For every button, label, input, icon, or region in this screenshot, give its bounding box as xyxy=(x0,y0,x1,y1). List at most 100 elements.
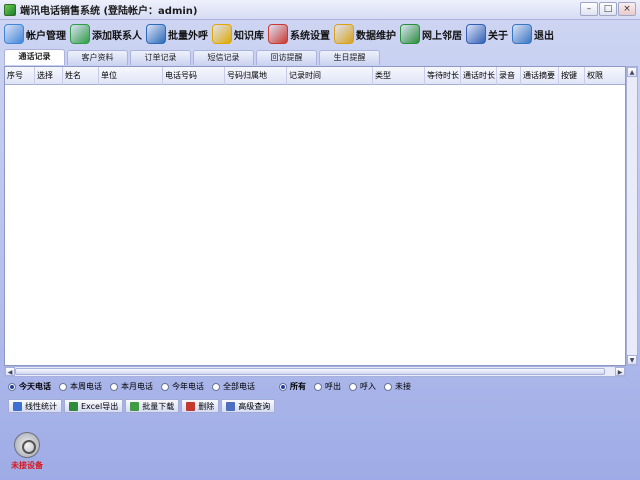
toolbar-button-1[interactable]: 添加联系人 xyxy=(70,21,142,47)
toolbar-button-3[interactable]: 知识库 xyxy=(212,21,264,47)
toolbar-button-5[interactable]: 数据维护 xyxy=(334,21,396,47)
tab-5[interactable]: 生日提醒 xyxy=(319,50,380,65)
column-header[interactable]: 选择 xyxy=(35,67,63,85)
column-header[interactable]: 类型 xyxy=(373,67,425,85)
app-logo-icon xyxy=(4,3,16,16)
chart-icon xyxy=(13,401,22,411)
toolbar-label: 退出 xyxy=(534,30,554,42)
scroll-down-icon[interactable]: ▼ xyxy=(627,355,637,365)
radio-dot-icon xyxy=(384,382,392,391)
device-status[interactable]: 未接设备 xyxy=(10,432,44,471)
tools-icon xyxy=(268,24,288,44)
action-label: 线性统计 xyxy=(25,401,57,411)
radio-label: 全部电话 xyxy=(223,382,255,391)
action-button-0[interactable]: 线性统计 xyxy=(8,399,62,413)
call-records-table[interactable]: 序号 选择 姓名 单位 电话号码 号码归属地 记录时间 类型 等待时长 通话时长 录音 通话摘要 按键权… xyxy=(4,66,626,366)
radio-dot-icon xyxy=(279,382,287,391)
radio-label: 本月电话 xyxy=(121,382,153,391)
download-icon xyxy=(130,401,140,411)
column-header[interactable]: 等待时长 xyxy=(425,67,461,85)
column-header[interactable]: 通话摘要 xyxy=(521,67,559,85)
toolbar-button-4[interactable]: 系统设置 xyxy=(268,21,330,47)
radio-dot-icon xyxy=(8,382,16,391)
tab-0[interactable]: 通话记录 xyxy=(4,49,65,65)
radio-period-0[interactable]: 今天电话 xyxy=(8,381,51,392)
excel-icon xyxy=(69,401,78,411)
radio-direction-2[interactable]: 呼入 xyxy=(349,381,376,392)
main-toolbar: 帐户管理 添加联系人 批量外呼 知识库 系统设置 数据维护 网上邻居 关于 退出 xyxy=(0,20,640,48)
tab-4[interactable]: 回访提醒 xyxy=(256,50,317,65)
action-buttons: 线性统计 Excel导出 批量下载 删除 高级查询 xyxy=(8,399,276,413)
tab-1[interactable]: 客户资料 xyxy=(67,50,128,65)
toolbar-label: 批量外呼 xyxy=(168,30,208,42)
scroll-left-icon[interactable]: ◀ xyxy=(5,367,15,376)
search-icon xyxy=(226,401,236,411)
radio-dot-icon xyxy=(314,382,322,391)
toolbar-label: 网上邻居 xyxy=(422,30,462,42)
scroll-up-icon[interactable]: ▲ xyxy=(627,67,637,77)
radio-period-3[interactable]: 今年电话 xyxy=(161,381,204,392)
toolbar-label: 添加联系人 xyxy=(92,30,142,42)
action-label: Excel导出 xyxy=(81,401,119,411)
toolbar-button-0[interactable]: 帐户管理 xyxy=(4,21,66,47)
scroll-right-icon[interactable]: ▶ xyxy=(615,367,625,376)
radio-direction-1[interactable]: 呼出 xyxy=(314,381,341,392)
radio-period-1[interactable]: 本周电话 xyxy=(59,381,102,392)
minimize-button[interactable]: – xyxy=(580,2,598,16)
column-header[interactable]: 单位 xyxy=(99,67,163,85)
maximize-button[interactable]: □ xyxy=(599,2,617,16)
close-button[interactable]: × xyxy=(618,2,636,16)
action-label: 高级查询 xyxy=(238,401,271,411)
action-label: 删除 xyxy=(198,401,215,411)
toolbar-button-6[interactable]: 网上邻居 xyxy=(400,21,462,47)
column-header[interactable]: 按键 xyxy=(559,67,585,85)
tab-strip: 通话记录 客户资料 订单记录 短信记录 回访提醒 生日提醒 xyxy=(4,49,382,66)
telephone-icon xyxy=(14,432,40,458)
radio-label: 未接 xyxy=(395,382,411,391)
action-button-1[interactable]: Excel导出 xyxy=(64,399,124,413)
globe-icon xyxy=(400,24,420,44)
column-header[interactable]: 号码归属地 xyxy=(225,67,287,85)
action-button-4[interactable]: 高级查询 xyxy=(221,399,276,413)
toolbar-button-7[interactable]: 关于 xyxy=(466,21,508,47)
radio-label: 呼出 xyxy=(325,382,341,391)
column-header[interactable]: 记录时间 xyxy=(287,67,373,85)
column-header[interactable]: 姓名 xyxy=(63,67,99,85)
toolbar-label: 系统设置 xyxy=(290,30,330,42)
radio-dot-icon xyxy=(59,382,67,391)
column-header[interactable]: 权限 xyxy=(585,67,625,85)
delete-icon xyxy=(186,401,196,411)
radio-label: 所有 xyxy=(290,382,306,391)
column-header[interactable]: 电话号码 xyxy=(163,67,225,85)
radio-period-4[interactable]: 全部电话 xyxy=(212,381,255,392)
radio-label: 呼入 xyxy=(360,382,376,391)
exit-door-icon xyxy=(512,24,532,44)
horizontal-scrollbar[interactable]: ◀ ▶ xyxy=(4,366,626,377)
radio-dot-icon xyxy=(349,382,357,391)
filter-radios: 今天电话 本周电话 本月电话 今年电话 全部电话 所有 呼出 呼入 未接 xyxy=(8,381,419,392)
toolbar-label: 知识库 xyxy=(234,30,264,42)
radio-dot-icon xyxy=(161,382,169,391)
batch-call-icon xyxy=(146,24,166,44)
action-button-3[interactable]: 删除 xyxy=(181,399,220,413)
device-status-label: 未接设备 xyxy=(11,461,43,470)
column-header[interactable]: 通话时长 xyxy=(461,67,497,85)
action-button-2[interactable]: 批量下载 xyxy=(125,399,180,413)
database-icon xyxy=(334,24,354,44)
radio-period-2[interactable]: 本月电话 xyxy=(110,381,153,392)
tab-2[interactable]: 订单记录 xyxy=(130,50,191,65)
radio-label: 今天电话 xyxy=(19,382,51,391)
horizontal-scroll-thumb[interactable] xyxy=(15,368,605,375)
column-header[interactable]: 录音 xyxy=(497,67,521,85)
users-icon xyxy=(4,24,24,44)
tab-3[interactable]: 短信记录 xyxy=(193,50,254,65)
vertical-scrollbar[interactable]: ▲ ▼ xyxy=(626,66,638,366)
table-header: 序号 选择 姓名 单位 电话号码 号码归属地 记录时间 类型 等待时长 通话时长 录音 通话摘要 按键权… xyxy=(5,67,625,85)
toolbar-button-2[interactable]: 批量外呼 xyxy=(146,21,208,47)
radio-direction-0[interactable]: 所有 xyxy=(279,381,306,392)
column-header[interactable]: 序号 xyxy=(5,67,35,85)
radio-direction-3[interactable]: 未接 xyxy=(384,381,411,392)
title-bar: 端讯电话销售系统 (登陆帐户：admin) – □ × xyxy=(0,0,640,20)
toolbar-button-8[interactable]: 退出 xyxy=(512,21,554,47)
toolbar-label: 数据维护 xyxy=(356,30,396,42)
